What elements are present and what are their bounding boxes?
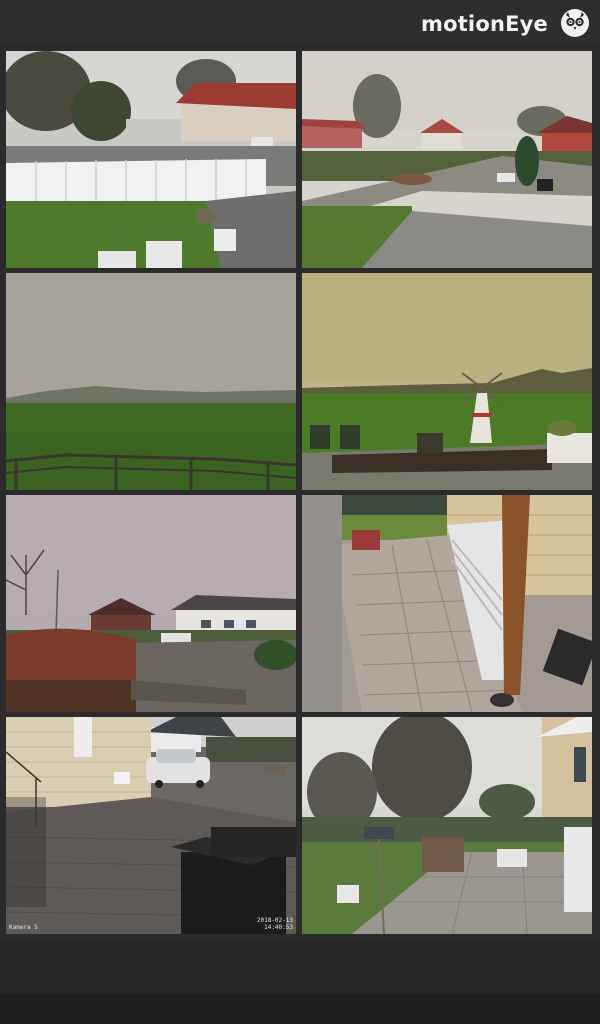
footer-area (0, 940, 600, 994)
camera-image-7 (6, 717, 296, 934)
camera-frame-4[interactable] (302, 273, 592, 490)
camera-image-2 (302, 51, 592, 268)
bottom-strip (0, 994, 600, 1024)
camera-image-1 (6, 51, 296, 268)
camera-grid: Kamera 5 2018-02-13 14:40:53 (0, 46, 600, 940)
camera-image-4 (302, 273, 592, 490)
camera-image-8 (302, 717, 592, 934)
camera-frame-1[interactable] (6, 51, 296, 268)
camera-frame-5[interactable] (6, 495, 296, 712)
camera-name-label: Kamera 5 (9, 924, 38, 931)
camera-frame-3[interactable] (6, 273, 296, 490)
camera-frame-2[interactable] (302, 51, 592, 268)
camera-frame-6[interactable] (302, 495, 592, 712)
camera-image-5 (6, 495, 296, 712)
camera-image-3 (6, 273, 296, 490)
motioneye-owl-icon[interactable] (560, 8, 590, 38)
camera-image-6 (302, 495, 592, 712)
motioneye-app: motionEye Kamera 5 2018-02-13 14:40:53 (0, 0, 600, 1024)
app-title: motionEye (420, 12, 548, 36)
camera-frame-8[interactable] (302, 717, 592, 934)
top-bar: motionEye (0, 0, 600, 46)
camera-frame-7[interactable]: Kamera 5 2018-02-13 14:40:53 (6, 717, 296, 934)
camera-timestamp: 2018-02-13 14:40:53 (256, 917, 293, 931)
